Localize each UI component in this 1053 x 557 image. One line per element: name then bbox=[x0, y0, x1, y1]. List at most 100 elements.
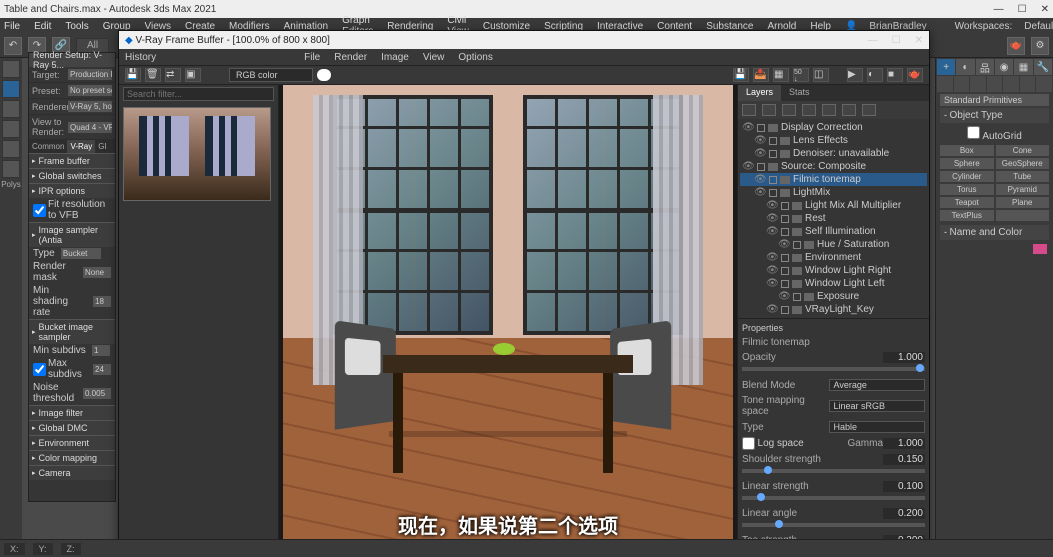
layer-checkbox[interactable] bbox=[793, 293, 801, 301]
visibility-icon[interactable]: 👁 bbox=[754, 187, 766, 198]
tms-value[interactable]: Linear sRGB bbox=[829, 400, 926, 412]
rollout-camera[interactable]: Camera bbox=[29, 465, 115, 480]
primitive-tube[interactable]: Tube bbox=[996, 171, 1050, 182]
visibility-icon[interactable]: 👁 bbox=[766, 252, 778, 263]
rollout-globaldmc[interactable]: Global DMC bbox=[29, 420, 115, 435]
menu-file[interactable]: File bbox=[4, 21, 20, 32]
opacity-slider[interactable] bbox=[742, 367, 925, 371]
is-type-value[interactable]: Bucket bbox=[61, 248, 101, 259]
primitive-plane[interactable]: Plane bbox=[996, 197, 1050, 208]
layer-checkbox[interactable] bbox=[793, 241, 801, 249]
vfb-menu-history[interactable]: History bbox=[125, 52, 156, 63]
layer-node[interactable]: 👁Lens Effects bbox=[740, 134, 927, 147]
shapes-icon[interactable] bbox=[954, 76, 970, 92]
primitive-geosphere[interactable]: GeoSphere bbox=[996, 158, 1050, 169]
visibility-icon[interactable]: 👁 bbox=[766, 226, 778, 237]
history-ab-icon[interactable]: ⇄ bbox=[165, 68, 181, 82]
name-color-rollout[interactable]: - Name and Color bbox=[940, 225, 1049, 240]
menu-edit[interactable]: Edit bbox=[34, 21, 51, 32]
rollout-colormapping[interactable]: Color mapping bbox=[29, 450, 115, 465]
tab-vray[interactable]: V-Ray bbox=[67, 140, 95, 153]
compare-icon[interactable]: ◫ bbox=[813, 68, 829, 82]
primitive-torus[interactable]: Torus bbox=[940, 184, 994, 195]
layer-checkbox[interactable] bbox=[781, 202, 789, 210]
layer-checkbox[interactable] bbox=[757, 124, 765, 132]
geometry-icon[interactable] bbox=[937, 76, 953, 92]
workspace-value[interactable]: Default bbox=[1024, 21, 1053, 32]
visibility-icon[interactable]: 👁 bbox=[778, 239, 790, 250]
minshading-value[interactable]: 18 bbox=[93, 296, 111, 307]
preset-value[interactable]: No preset sele bbox=[68, 85, 112, 96]
linang-slider[interactable] bbox=[742, 523, 925, 527]
create-tab[interactable]: + bbox=[937, 59, 955, 75]
primitive-cylinder[interactable]: Cylinder bbox=[940, 171, 994, 182]
visibility-icon[interactable]: 👁 bbox=[778, 291, 790, 302]
coord-x[interactable]: X: bbox=[4, 543, 25, 555]
visibility-icon[interactable]: 👁 bbox=[766, 265, 778, 276]
cameras-icon[interactable] bbox=[987, 76, 1003, 92]
tab-gi[interactable]: GI bbox=[95, 140, 109, 153]
vfb-titlebar[interactable]: ◆ V-Ray Frame Buffer - [100.0% of 800 x … bbox=[119, 31, 929, 49]
rollout-ipr[interactable]: IPR options bbox=[29, 183, 115, 198]
vfb-minimize-icon[interactable]: — bbox=[868, 35, 878, 46]
blend-value[interactable]: Average bbox=[829, 379, 926, 391]
rollout-bucket[interactable]: Bucket image sampler bbox=[29, 319, 115, 344]
modify-tab[interactable]: ◐ bbox=[956, 59, 974, 75]
rotate-tool[interactable] bbox=[2, 100, 20, 118]
visibility-icon[interactable]: 👁 bbox=[766, 278, 778, 289]
layer-node[interactable]: 👁Exposure bbox=[740, 290, 927, 303]
primitive-pyramid[interactable]: Pyramid bbox=[996, 184, 1050, 195]
rollout-environment[interactable]: Environment bbox=[29, 435, 115, 450]
vfb-render-view[interactable]: 现在，如果说第二个选项 bbox=[279, 85, 737, 545]
rollout-imagesampler[interactable]: Image sampler (Antia bbox=[29, 222, 115, 247]
vfb-menu-image[interactable]: Image bbox=[381, 52, 409, 63]
menu-tools[interactable]: Tools bbox=[65, 21, 88, 32]
utilities-tab[interactable]: 🔧 bbox=[1034, 59, 1052, 75]
primitive-box[interactable]: Box bbox=[940, 145, 994, 156]
layer-node[interactable]: 👁Light Mix All Multiplier bbox=[740, 199, 927, 212]
history-save-icon[interactable]: 💾 bbox=[125, 68, 141, 82]
follow-icon[interactable]: 50↓ bbox=[793, 68, 809, 82]
log-checkbox[interactable] bbox=[742, 437, 755, 450]
layer-checkbox[interactable] bbox=[769, 150, 777, 158]
layer-node[interactable]: 👁Hue / Saturation bbox=[740, 238, 927, 251]
color-swatch-pink[interactable] bbox=[1033, 244, 1047, 254]
save-image-icon[interactable]: 💾 bbox=[733, 68, 749, 82]
redo-layer-icon[interactable] bbox=[862, 104, 876, 116]
ipr-icon[interactable]: ◐ bbox=[867, 68, 883, 82]
layer-node[interactable]: 👁Self Illumination bbox=[740, 225, 927, 238]
tab-common[interactable]: Common bbox=[29, 140, 67, 153]
shoulder-value[interactable]: 0.150 bbox=[883, 454, 925, 465]
gamma-value[interactable]: 1.000 bbox=[883, 438, 925, 449]
render-setup-icon[interactable]: ⚙ bbox=[1031, 37, 1049, 55]
renderer-value[interactable]: V-Ray 5, hotfix bbox=[68, 101, 112, 112]
systems-icon[interactable] bbox=[1036, 76, 1052, 92]
visibility-icon[interactable]: 👁 bbox=[754, 148, 766, 159]
helpers-icon[interactable] bbox=[1003, 76, 1019, 92]
coord-z[interactable]: Z: bbox=[61, 543, 81, 555]
layer-node[interactable]: 👁Environment bbox=[740, 251, 927, 264]
render-last-icon[interactable]: ▶ bbox=[847, 68, 863, 82]
primitive-textplus[interactable]: TextPlus bbox=[940, 210, 994, 221]
rollout-framebuffer[interactable]: Frame buffer bbox=[29, 153, 115, 168]
space-icon[interactable] bbox=[1020, 76, 1036, 92]
tool-6[interactable] bbox=[2, 160, 20, 178]
primitive-sphere[interactable]: Sphere bbox=[940, 158, 994, 169]
undo-button[interactable]: ↶ bbox=[4, 37, 22, 55]
history-b-icon[interactable]: ▣ bbox=[185, 68, 201, 82]
send-icon[interactable]: 📤 bbox=[753, 68, 769, 82]
target-value[interactable]: Production Ren bbox=[68, 69, 112, 80]
linang-value[interactable]: 0.200 bbox=[883, 508, 925, 519]
maxsub-value[interactable]: 24 bbox=[93, 364, 111, 375]
layer-node[interactable]: 👁Filmic tonemap bbox=[740, 173, 927, 186]
visibility-icon[interactable]: 👁 bbox=[754, 135, 766, 146]
primitive-cone[interactable]: Cone bbox=[996, 145, 1050, 156]
vfb-menu-view[interactable]: View bbox=[423, 52, 445, 63]
layer-node[interactable]: 👁Window Light Right bbox=[740, 264, 927, 277]
visibility-icon[interactable]: 👁 bbox=[766, 304, 778, 315]
rendermask-value[interactable]: None bbox=[83, 267, 111, 278]
channel-dropdown[interactable]: RGB color bbox=[229, 68, 313, 82]
layer-checkbox[interactable] bbox=[781, 215, 789, 223]
color-swatch[interactable] bbox=[317, 69, 331, 81]
tab-stats[interactable]: Stats bbox=[781, 85, 818, 101]
